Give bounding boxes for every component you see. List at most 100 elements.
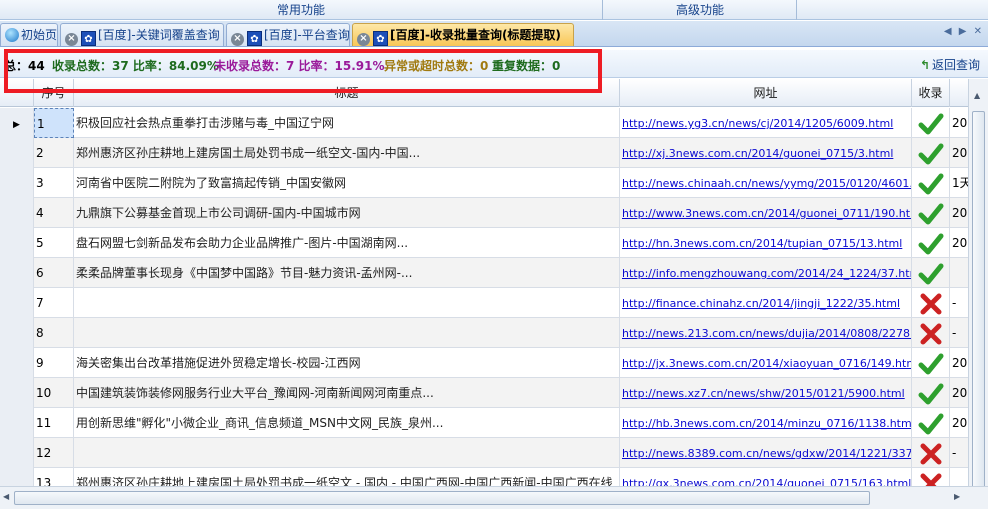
row-extra: 20 <box>950 408 968 438</box>
row-number: 12 <box>34 438 74 468</box>
row-selector[interactable] <box>0 168 34 198</box>
back-to-query-button[interactable]: ↰ 返回查询 <box>920 56 980 73</box>
row-selector[interactable]: ▶ <box>0 108 34 138</box>
row-url-link[interactable]: http://news.yg3.cn/news/cj/2014/1205/600… <box>622 117 893 130</box>
row-selector[interactable] <box>0 378 34 408</box>
row-url-link[interactable]: http://news.8389.com.cn/news/gdxw/2014/1… <box>622 447 911 460</box>
table-row[interactable]: 6 柔柔品牌董事长现身《中国梦中国路》节目-魅力资讯-孟州网-... http://… <box>0 258 968 288</box>
row-url-link[interactable]: http://www.3news.com.cn/2014/guonei_0711… <box>622 207 911 220</box>
tab-label: [百度]-关键词覆盖查询 <box>98 28 220 42</box>
row-selector[interactable] <box>0 288 34 318</box>
row-title: 郑州惠济区孙庄耕地上建房国土局处罚书成一纸空文-国内-中国... <box>74 138 620 168</box>
row-url-cell: http://news.yg3.cn/news/cj/2014/1205/600… <box>620 108 912 138</box>
table-row[interactable]: 5 盘石网盟七剑新品发布会助力企业品牌推广-图片-中国湖南网... http://h… <box>0 228 968 258</box>
row-number: 3 <box>34 168 74 198</box>
included-check-icon <box>912 138 950 168</box>
row-title <box>74 438 620 468</box>
row-url-link[interactable]: http://info.mengzhouwang.com/2014/24_122… <box>622 267 911 280</box>
row-number: 1 <box>34 108 74 138</box>
not-included-cross-icon <box>912 288 950 318</box>
row-number: 2 <box>34 138 74 168</box>
ribbon-group-advanced[interactable]: 高级功能 <box>604 0 797 20</box>
row-url-link[interactable]: http://xj.3news.com.cn/2014/guonei_0715/… <box>622 147 893 160</box>
row-pointer-icon: ▶ <box>13 120 20 130</box>
row-url-cell: http://xj.3news.com.cn/2014/guonei_0715/… <box>620 138 912 168</box>
tab-batch-index-query[interactable]: × ✿ [百度]-收录批量查询(标题提取) <box>352 23 574 46</box>
tab-scroll-controls[interactable]: ◀ ▶ ✕ <box>944 26 984 37</box>
included-check-icon <box>912 168 950 198</box>
row-selector[interactable] <box>0 438 34 468</box>
row-selector[interactable] <box>0 468 34 486</box>
row-url-link[interactable]: http://news.chinaah.cn/news/yymg/2015/01… <box>622 177 911 190</box>
row-extra: - <box>950 318 968 348</box>
vertical-scroll-thumb[interactable] <box>972 111 985 491</box>
row-selector[interactable] <box>0 138 34 168</box>
table-row[interactable]: 2 郑州惠济区孙庄耕地上建房国土局处罚书成一纸空文-国内-中国... http://… <box>0 138 968 168</box>
table-row[interactable]: ▶ 1 积极回应社会热点重拳打击涉赌与毒_中国辽宁网 http://news.yg3.… <box>0 108 968 138</box>
header-number[interactable]: 序号 <box>34 79 74 107</box>
table-row[interactable]: 10 中国建筑装饰装修网服务行业大平台_豫闻网-河南新闻网河南重点... http:… <box>0 378 968 408</box>
row-number: 11 <box>34 408 74 438</box>
not-included-cross-icon <box>912 438 950 468</box>
horizontal-scroll-thumb[interactable] <box>14 491 870 505</box>
tab-keyword-coverage[interactable]: × ✿ [百度]-关键词覆盖查询 <box>60 23 224 46</box>
row-number: 6 <box>34 258 74 288</box>
row-extra: 20 <box>950 378 968 408</box>
row-url-link[interactable]: http://gx.3news.com.cn/2014/guonei_0715/… <box>622 477 911 486</box>
header-extra[interactable] <box>950 79 968 107</box>
included-check-icon <box>912 228 950 258</box>
row-extra: 1天 <box>950 168 968 198</box>
row-selector[interactable] <box>0 318 34 348</box>
header-url[interactable]: 网址 <box>620 79 912 107</box>
included-check-icon <box>912 108 950 138</box>
table-row[interactable]: 9 海关密集出台改革措施促进外贸稳定增长-校园-江西网 http://jx.3new… <box>0 348 968 378</box>
row-title: 中国建筑装饰装修网服务行业大平台_豫闻网-河南新闻网河南重点... <box>74 378 620 408</box>
vertical-scrollbar[interactable]: ▲ <box>968 79 988 491</box>
header-select[interactable] <box>0 79 34 107</box>
table-row[interactable]: 3 河南省中医院二附院为了致富搞起传销_中国安徽网 http://news.chin… <box>0 168 968 198</box>
close-icon[interactable]: × <box>231 33 244 46</box>
scroll-left-icon[interactable]: ◀ <box>3 492 9 501</box>
tab-home[interactable]: 初始页 <box>0 23 58 46</box>
tab-platform-query[interactable]: × ✿ [百度]-平台查询 <box>226 23 350 46</box>
table-row[interactable]: 4 九鼎旗下公募基金首现上市公司调研-国内-中国城市网 http://www.3ne… <box>0 198 968 228</box>
header-title[interactable]: 标题 <box>74 79 620 107</box>
row-url-link[interactable]: http://news.213.com.cn/news/dujia/2014/0… <box>622 327 911 340</box>
not-included-cross-icon <box>912 318 950 348</box>
row-url-link[interactable]: http://finance.chinahz.cn/2014/jingji_12… <box>622 297 900 310</box>
baidu-paw-icon: ✿ <box>247 31 262 46</box>
row-url-link[interactable]: http://news.xz7.cn/news/shw/2015/0121/59… <box>622 387 905 400</box>
ribbon-group-common[interactable]: 常用功能 <box>0 0 603 20</box>
row-url-cell: http://www.3news.com.cn/2014/guonei_0711… <box>620 198 912 228</box>
row-url-cell: http://hn.3news.com.cn/2014/tupian_0715/… <box>620 228 912 258</box>
table-row[interactable]: 7 http://finance.chinahz.cn/2014/jingji_1… <box>0 288 968 318</box>
scroll-up-icon[interactable]: ▲ <box>974 91 980 100</box>
row-extra: 20 <box>950 108 968 138</box>
row-url-link[interactable]: http://hn.3news.com.cn/2014/tupian_0715/… <box>622 237 902 250</box>
row-url-link[interactable]: http://hb.3news.com.cn/2014/minzu_0716/1… <box>622 417 911 430</box>
row-url-cell: http://info.mengzhouwang.com/2014/24_122… <box>620 258 912 288</box>
row-selector[interactable] <box>0 198 34 228</box>
row-selector[interactable] <box>0 228 34 258</box>
row-extra: 20 <box>950 228 968 258</box>
row-url-link[interactable]: http://jx.3news.com.cn/2014/xiaoyuan_071… <box>622 357 911 370</box>
row-title: 用创新思维"孵化"小微企业_商讯_信息频道_MSN中文网_民族_泉州... <box>74 408 620 438</box>
row-extra: 20 <box>950 348 968 378</box>
row-selector[interactable] <box>0 258 34 288</box>
horizontal-scrollbar[interactable]: ◀ ▶ <box>0 486 988 509</box>
table-row[interactable]: 13 郑州惠济区孙庄耕地上建房国土局处罚书成一纸空文 - 国内 - 中国广西网-中… <box>0 468 968 486</box>
table-row[interactable]: 12 http://news.8389.com.cn/news/gdxw/2014… <box>0 438 968 468</box>
results-grid: 序号 标题 网址 收录 ▶ 1 积极回应社会热点重拳打击涉赌与毒_中国辽宁网 http… <box>0 79 968 486</box>
close-icon[interactable]: × <box>357 33 370 46</box>
row-number: 8 <box>34 318 74 348</box>
table-row[interactable]: 11 用创新思维"孵化"小微企业_商讯_信息频道_MSN中文网_民族_泉州... h… <box>0 408 968 438</box>
row-selector[interactable] <box>0 408 34 438</box>
header-included[interactable]: 收录 <box>912 79 950 107</box>
close-icon[interactable]: × <box>65 33 78 46</box>
table-row[interactable]: 8 http://news.213.com.cn/news/dujia/2014/… <box>0 318 968 348</box>
row-extra: 20 <box>950 198 968 228</box>
baidu-paw-icon: ✿ <box>373 31 388 46</box>
row-title <box>74 288 620 318</box>
row-selector[interactable] <box>0 348 34 378</box>
scroll-right-icon[interactable]: ▶ <box>954 492 960 501</box>
